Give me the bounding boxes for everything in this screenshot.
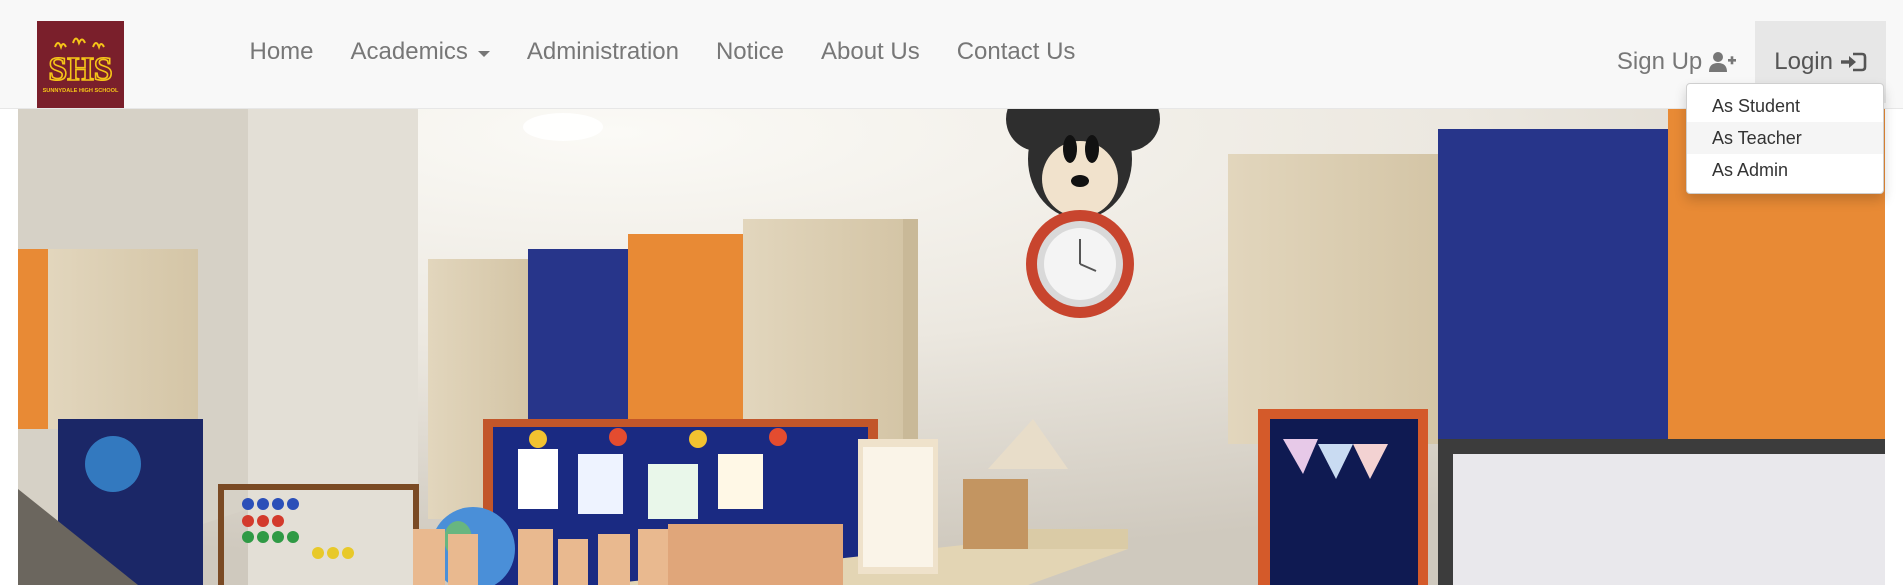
main-nav: Home Academics Administration Notice Abo… [231,0,1094,103]
login-label: Login [1774,48,1833,75]
nav-administration-label: Administration [526,37,679,65]
school-logo[interactable]: SHS SUNNYDALE HIGH SCHOOL [37,21,124,108]
nav-about-us-label: About Us [821,37,920,65]
nav-about-us[interactable]: About Us [803,0,939,103]
nav-contact-us[interactable]: Contact Us [938,0,1094,103]
login-as-teacher[interactable]: As Teacher [1687,122,1883,154]
login-as-admin[interactable]: As Admin [1687,154,1883,186]
logo-subtext: SUNNYDALE HIGH SCHOOL [43,88,119,94]
nav-home-label: Home [249,37,314,65]
nav-notice-label: Notice [715,37,784,65]
top-navbar: SHS SUNNYDALE HIGH SCHOOL Home Academics… [0,0,1903,109]
nav-notice[interactable]: Notice [697,0,802,103]
caret-down-icon [477,50,490,57]
signup-label: Sign Up [1616,48,1703,75]
nav-academics-label: Academics [350,37,468,65]
classroom-illustration [18,109,1885,585]
nav-academics[interactable]: Academics [332,0,508,103]
hero-classroom-image [18,109,1885,585]
login-as-student[interactable]: As Student [1687,90,1883,122]
nav-home[interactable]: Home [231,0,332,103]
school-logo-graphic: SHS SUNNYDALE HIGH SCHOOL [37,21,124,108]
sign-in-icon [1841,52,1867,72]
user-plus-icon [1709,52,1737,72]
nav-contact-us-label: Contact Us [956,37,1076,65]
logo-text: SHS [48,51,112,88]
login-dropdown-menu: As Student As Teacher As Admin [1686,83,1884,194]
nav-administration[interactable]: Administration [508,0,697,103]
